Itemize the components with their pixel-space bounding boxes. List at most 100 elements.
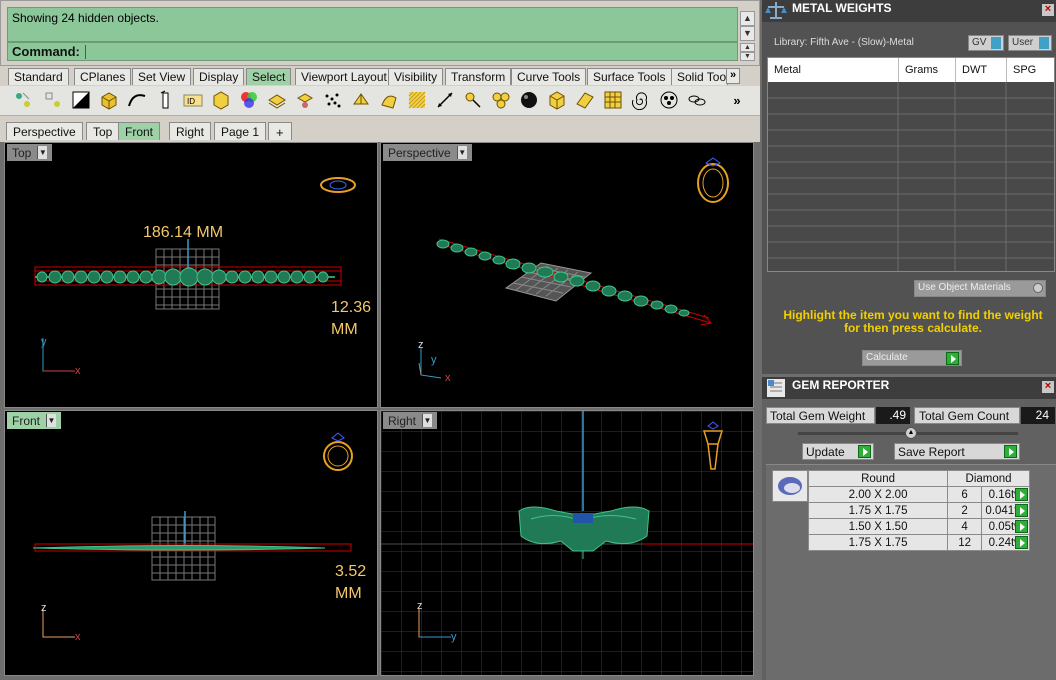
axis-x-label: x bbox=[75, 631, 81, 643]
select-by-layer-icon[interactable] bbox=[266, 89, 288, 111]
update-button[interactable]: Update bbox=[802, 443, 874, 460]
viewport-right-label[interactable]: Right ▼ bbox=[383, 412, 438, 429]
row-4-select-button[interactable] bbox=[1012, 535, 1028, 551]
more-tools-icon[interactable]: » bbox=[726, 89, 748, 111]
tab-cplanes[interactable]: CPlanes bbox=[74, 68, 132, 85]
length-dimension: 186.14 MM bbox=[143, 224, 224, 241]
command-line[interactable]: Command: bbox=[7, 42, 738, 61]
command-scroll-up-icon[interactable]: ▲ bbox=[740, 43, 755, 52]
axis-y-label: y bbox=[431, 354, 437, 366]
select-text-icon[interactable]: ID bbox=[182, 89, 204, 111]
tab-standard[interactable]: Standard bbox=[8, 68, 69, 85]
user-toggle-indicator bbox=[1039, 37, 1049, 49]
use-object-materials-toggle[interactable]: Use Object Materials bbox=[914, 280, 1046, 297]
row-1-select-button[interactable] bbox=[1012, 487, 1028, 503]
tab-set-view[interactable]: Set View bbox=[132, 68, 192, 85]
vtab-perspective[interactable]: Perspective bbox=[6, 122, 83, 140]
vtab-front[interactable]: Front bbox=[118, 122, 161, 140]
gem-reporter-title: GEM REPORTER bbox=[792, 378, 890, 392]
row-3-select-button[interactable] bbox=[1012, 519, 1028, 535]
user-toggle[interactable]: User bbox=[1008, 35, 1052, 51]
select-hatches-icon[interactable] bbox=[406, 89, 428, 111]
calculate-button[interactable]: Calculate bbox=[862, 350, 962, 366]
select-circular-objects-icon[interactable] bbox=[658, 89, 680, 111]
scale-icon bbox=[765, 2, 787, 19]
select-sphere-icon[interactable] bbox=[518, 89, 540, 111]
vtab-page-1[interactable]: Page 1 bbox=[214, 122, 267, 140]
vtab-right[interactable]: Right bbox=[169, 122, 212, 140]
tab-curve-tools[interactable]: Curve Tools bbox=[511, 68, 587, 85]
viewport-right[interactable]: Right ▼ z y bbox=[380, 410, 754, 676]
gv-toggle-indicator bbox=[991, 37, 1001, 49]
tab-surface-tools[interactable]: Surface Tools bbox=[587, 68, 672, 85]
vtab-top[interactable]: Top bbox=[86, 122, 120, 140]
axis-z-label: z bbox=[418, 339, 424, 351]
more-tabs-icon[interactable]: » bbox=[726, 68, 740, 84]
metal-weights-table[interactable]: Metal Grams DWT SPG bbox=[767, 57, 1055, 272]
select-chain-icon[interactable] bbox=[686, 89, 708, 111]
splitter-handle-icon[interactable]: ▲ bbox=[905, 427, 917, 439]
table-row[interactable]: 1.50 X 1.50 4 0.05tw bbox=[807, 518, 1030, 535]
table-row[interactable]: 1.75 X 1.75 12 0.24tw bbox=[807, 534, 1030, 551]
select-all-icon[interactable] bbox=[70, 89, 92, 111]
tab-solid-tools[interactable]: Solid Too bbox=[671, 68, 728, 85]
save-report-button[interactable]: Save Report bbox=[894, 443, 1020, 460]
viewport-front[interactable]: Front ▼ z x 3.52 MM bbox=[4, 410, 378, 676]
select-grid-surfaces-icon[interactable] bbox=[602, 89, 624, 111]
tab-select[interactable]: Select bbox=[246, 68, 292, 85]
viewport-right-title: Right bbox=[388, 413, 417, 428]
select-blocks-icon[interactable] bbox=[210, 89, 232, 111]
viewport-menu-icon[interactable]: ▼ bbox=[422, 414, 433, 427]
tab-transform[interactable]: Transform bbox=[445, 68, 512, 85]
play-icon bbox=[1004, 445, 1017, 458]
tab-viewport-layout[interactable]: Viewport Layout bbox=[295, 68, 393, 85]
history-scroll-up-icon[interactable]: ▲ bbox=[740, 11, 755, 26]
select-spiral-curves-icon[interactable] bbox=[630, 89, 652, 111]
select-planar-icon[interactable] bbox=[574, 89, 596, 111]
gem-count: 2 bbox=[947, 502, 983, 519]
select-solids-icon[interactable] bbox=[546, 89, 568, 111]
command-scroll-down-icon[interactable]: ▼ bbox=[740, 52, 755, 61]
select-polysurfaces-icon[interactable] bbox=[98, 89, 120, 111]
select-point-cloud-icon[interactable] bbox=[322, 89, 344, 111]
top-view-model: y x bbox=[34, 177, 356, 377]
round-diamond-icon[interactable] bbox=[772, 470, 808, 502]
select-dup-icon[interactable] bbox=[294, 89, 316, 111]
play-icon bbox=[1015, 504, 1028, 517]
shape-header: Round bbox=[807, 470, 949, 487]
svg-text:ID: ID bbox=[187, 97, 195, 106]
history-scroll-down-icon[interactable]: ▼ bbox=[740, 26, 755, 41]
tab-display[interactable]: Display bbox=[193, 68, 245, 85]
gem-count: 4 bbox=[947, 518, 983, 535]
calculate-label: Calculate bbox=[866, 352, 908, 363]
select-annotations-icon[interactable] bbox=[462, 89, 484, 111]
viewport-top[interactable]: Top ▼ y x 186.14 MM 12.36 MM bbox=[4, 142, 378, 408]
table-row[interactable]: 2.00 X 2.00 6 0.16tw bbox=[807, 486, 1030, 503]
select-surfaces-icon[interactable] bbox=[378, 89, 400, 111]
axis-x-label: x bbox=[445, 372, 451, 384]
gem-size: 1.50 X 1.50 bbox=[807, 518, 949, 535]
table-row[interactable]: 1.75 X 1.75 2 0.041tw bbox=[807, 502, 1030, 519]
tab-visibility[interactable]: Visibility bbox=[388, 68, 444, 85]
gem-size: 1.75 X 1.75 bbox=[807, 534, 949, 551]
viewport-tabs: Perspective Top Front Right Page 1 + bbox=[0, 116, 760, 142]
gv-toggle[interactable]: GV bbox=[968, 35, 1004, 51]
select-meshes-icon[interactable] bbox=[350, 89, 372, 111]
select-lights-icon[interactable] bbox=[154, 89, 176, 111]
command-history: Showing 24 hidden objects. bbox=[7, 7, 738, 42]
close-icon[interactable]: × bbox=[1042, 4, 1054, 16]
close-icon[interactable]: × bbox=[1042, 381, 1054, 393]
play-icon bbox=[1015, 520, 1028, 533]
viewport-perspective[interactable]: Perspective ▼ z y x bbox=[380, 142, 754, 408]
select-curves-icon[interactable] bbox=[126, 89, 148, 111]
select-points-icon[interactable] bbox=[12, 89, 34, 111]
ring-perspective-thumbnail-icon bbox=[697, 157, 729, 203]
select-by-color-icon[interactable] bbox=[238, 89, 260, 111]
select-dimensions-icon[interactable] bbox=[434, 89, 456, 111]
add-layout-icon[interactable]: + bbox=[268, 122, 292, 140]
toolbar-tabs: Standard CPlanes Set View Display Select… bbox=[0, 66, 760, 86]
select-control-points-icon[interactable] bbox=[42, 89, 64, 111]
metal-weights-title: METAL WEIGHTS bbox=[792, 1, 892, 15]
select-groups-icon[interactable] bbox=[490, 89, 512, 111]
row-2-select-button[interactable] bbox=[1012, 503, 1028, 519]
